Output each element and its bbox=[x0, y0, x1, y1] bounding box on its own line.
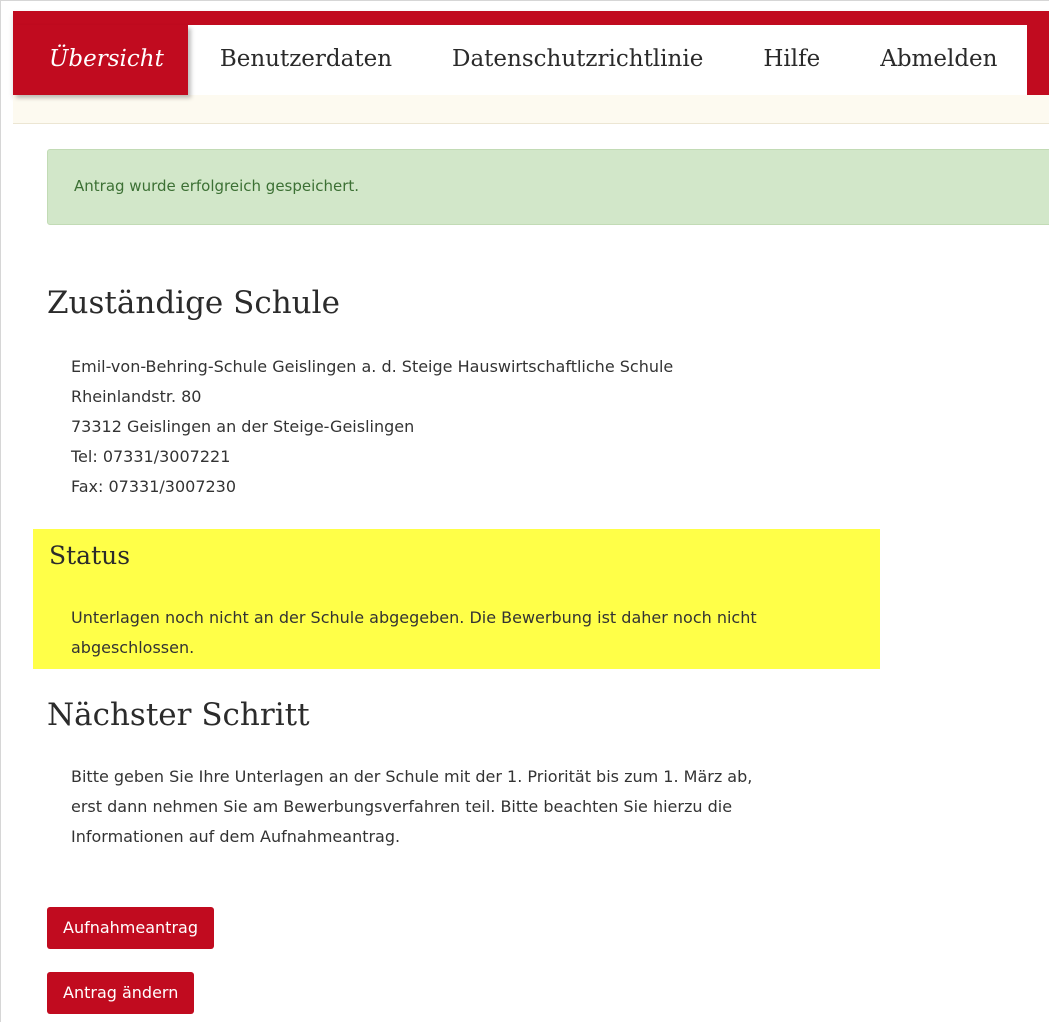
next-step-heading: Nächster Schritt bbox=[47, 697, 310, 733]
school-heading: Zuständige Schule bbox=[47, 285, 340, 321]
top-navigation-bar: Übersicht Benutzerdaten Datenschutzricht… bbox=[13, 11, 1049, 95]
nav-item-logout[interactable]: Abmelden bbox=[850, 25, 1028, 95]
nav-item-help[interactable]: Hilfe bbox=[733, 25, 851, 95]
school-fax: Fax: 07331/3007230 bbox=[71, 477, 237, 496]
success-alert: Antrag wurde erfolgreich gespeichert. bbox=[47, 149, 1049, 225]
school-phone: Tel: 07331/3007221 bbox=[71, 447, 231, 466]
status-section: Status Unterlagen noch nicht an der Schu… bbox=[33, 529, 880, 669]
page: Übersicht Benutzerdaten Datenschutzricht… bbox=[0, 0, 1049, 1022]
next-step-line-2: erst dann nehmen Sie am Bewerbungsverfah… bbox=[71, 797, 733, 816]
main-nav: Übersicht Benutzerdaten Datenschutzricht… bbox=[13, 25, 1028, 95]
school-city: 73312 Geislingen an der Steige-Geislinge… bbox=[71, 417, 415, 436]
application-form-button[interactable]: Aufnahmeantrag bbox=[47, 907, 214, 949]
status-heading: Status bbox=[49, 541, 131, 570]
nav-item-user-data[interactable]: Benutzerdaten bbox=[187, 25, 423, 95]
nav-item-overview[interactable]: Übersicht bbox=[13, 25, 188, 95]
nav-item-privacy-policy[interactable]: Datenschutzrichtlinie bbox=[422, 25, 734, 95]
edit-application-button[interactable]: Antrag ändern bbox=[47, 972, 195, 1014]
status-message: Unterlagen noch nicht an der Schule abge… bbox=[71, 608, 757, 657]
subheader-strip bbox=[13, 95, 1049, 124]
success-alert-message: Antrag wurde erfolgreich gespeichert. bbox=[74, 177, 360, 195]
next-step-line-3: Informationen auf dem Aufnahmeantrag. bbox=[71, 827, 401, 846]
next-step-line-1: Bitte geben Sie Ihre Unterlagen an der S… bbox=[71, 767, 753, 786]
school-street: Rheinlandstr. 80 bbox=[71, 387, 202, 406]
school-name: Emil-von-Behring-Schule Geislingen a. d.… bbox=[71, 357, 674, 376]
